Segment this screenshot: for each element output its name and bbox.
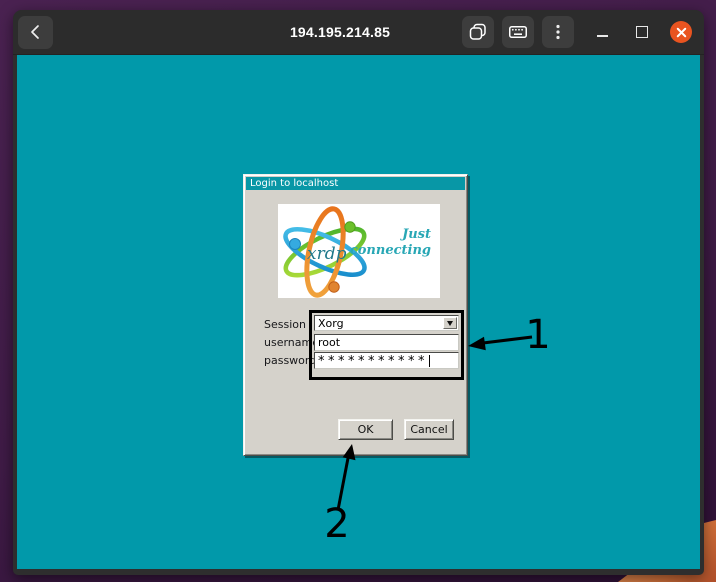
session-value: Xorg [318,317,344,330]
dialog-titlebar: Login to localhost [246,177,465,190]
annotation-step-2: 2 [321,504,353,544]
username-value: root [318,336,340,349]
menu-button[interactable] [542,16,574,48]
session-dropdown-button[interactable] [443,317,457,329]
xrdp-tagline: Just connecting [350,227,431,259]
chevron-down-icon [447,321,453,329]
kebab-menu-icon [548,22,568,42]
close-icon [676,27,687,38]
keyboard-shortcuts-button[interactable] [502,16,534,48]
close-button[interactable] [670,21,692,43]
password-masked-value: *********** [318,355,428,369]
displays-icon [468,22,488,42]
arrow-1-line [483,337,532,343]
arrow-2-line [338,453,349,510]
password-input[interactable]: *********** [314,352,459,369]
session-label: Session [264,318,306,331]
chevron-left-icon [26,22,46,42]
window-header: 194.195.214.85 [13,10,704,55]
keyboard-icon [508,22,528,42]
password-label: password [264,354,316,367]
username-input[interactable]: root [314,334,459,351]
tagline-line1: Just [350,227,431,243]
desktop-wallpaper: 194.195.214.85 [0,0,716,582]
username-label: username [264,336,319,349]
xrdp-brand-text: xrdp [307,244,347,264]
display-toggle-button[interactable] [462,16,494,48]
tagline-line2: connecting [350,243,431,259]
session-dropdown[interactable]: Xorg [314,315,459,331]
xrdp-login-dialog: Login to localhost [243,174,468,456]
ok-button[interactable]: OK [338,419,393,440]
maximize-button[interactable] [630,16,654,48]
minimize-button[interactable] [590,16,614,48]
cancel-button[interactable]: Cancel [404,419,454,440]
back-button[interactable] [18,16,53,49]
remote-desktop-screen: Login to localhost [17,55,700,569]
header-actions [462,16,692,48]
arrow-1-head [468,337,486,351]
annotation-step-1: 1 [522,315,554,355]
maximize-icon [636,26,648,38]
remote-viewer-window: 194.195.214.85 [13,10,704,575]
minimize-icon [597,35,608,37]
text-caret [429,355,430,367]
xrdp-logo-panel: xrdp Just connecting [278,204,440,298]
